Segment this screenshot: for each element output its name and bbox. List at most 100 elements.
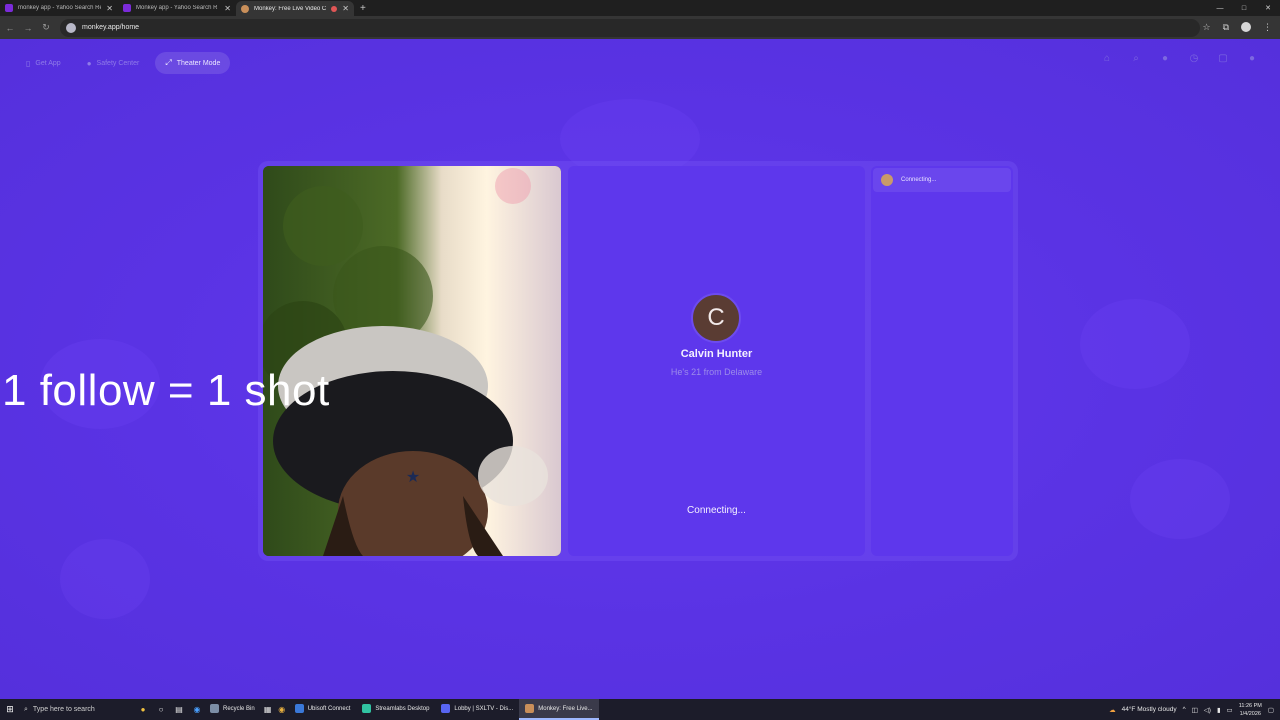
theater-mode-label: Theater Mode <box>176 59 221 67</box>
url-text: monkey.app/home <box>82 24 140 31</box>
yahoo-favicon-icon <box>123 4 131 12</box>
monkey-chrome-icon <box>525 704 535 713</box>
webcam-image: ★ <box>263 166 561 556</box>
widget-icon[interactable]: ● <box>136 703 150 717</box>
taskbar-app-label: Recycle Bin <box>223 705 255 712</box>
recycle-bin-icon <box>210 704 219 713</box>
new-tab-button[interactable]: + <box>360 3 366 14</box>
partner-info: He's 21 from Delaware <box>670 367 763 377</box>
search-icon: ⌕ <box>24 705 28 713</box>
partner-name: Calvin Hunter <box>680 348 753 360</box>
url-input[interactable]: monkey.app/home <box>60 18 1200 37</box>
partner-avatar: C <box>691 293 741 343</box>
back-icon[interactable]: ← <box>2 20 18 36</box>
window-controls: — □ ✕ <box>1208 0 1280 16</box>
mic-icon[interactable]: ▮ <box>1217 706 1221 714</box>
windows-start-icon[interactable]: ⊞ <box>0 699 20 720</box>
browser-tab[interactable]: monkey app - Yahoo Search Re ✕ <box>0 0 118 16</box>
partner-panel: C Calvin Hunter He's 21 from Delaware Co… <box>568 166 865 556</box>
close-icon[interactable]: ✕ <box>106 4 113 13</box>
chat-side-panel: Connecting... <box>871 166 1013 556</box>
get-app-label: Get App <box>35 59 61 67</box>
background-doodle <box>60 539 150 619</box>
cortana-icon[interactable]: ○ <box>154 703 168 717</box>
tab-title: Monkey: Free Live Video Ch <box>254 5 327 12</box>
profile-menu-icon[interactable]: ● <box>1246 53 1258 64</box>
recording-indicator-icon <box>331 5 338 12</box>
taskbar-app-discord[interactable]: Lobby | SXLTV - Dis... <box>435 699 519 720</box>
clock-time: 11:26 PM <box>1238 702 1262 709</box>
search-icon[interactable]: ⌕ <box>1130 53 1142 64</box>
profile-icon[interactable] <box>1241 22 1251 32</box>
chrome-icon[interactable]: ◉ <box>275 703 289 717</box>
top-nav: ▯ Get App ● Safety Center ⤢ Theater Mode <box>16 52 231 74</box>
coin-icon[interactable]: ● <box>1159 53 1171 64</box>
get-app-button[interactable]: ▯ Get App <box>16 52 71 74</box>
ubisoft-icon <box>294 704 304 713</box>
calendar-icon[interactable]: ▦ <box>261 703 275 717</box>
close-window-button[interactable]: ✕ <box>1256 0 1280 16</box>
taskbar-app-streamlabs[interactable]: Streamlabs Desktop <box>356 699 435 720</box>
search-placeholder: Type here to search <box>32 706 95 713</box>
browser-tab-active[interactable]: Monkey: Free Live Video Ch ✕ <box>236 1 354 16</box>
windows-taskbar: ⊞ ⌕ Type here to search ● ○ ▤ ◉ Recycle … <box>0 699 1280 720</box>
taskbar-app-label: Streamlabs Desktop <box>375 705 430 712</box>
taskbar-app-label: Ubisoft Connect <box>307 705 351 712</box>
yahoo-favicon-icon <box>5 4 13 12</box>
svg-text:★: ★ <box>406 469 420 486</box>
connecting-row: Connecting... <box>873 168 1011 192</box>
browser-tab[interactable]: Monkey app - Yahoo Search R ✕ <box>118 0 236 16</box>
safety-center-button[interactable]: ● Safety Center <box>77 52 150 74</box>
top-right-icons: ⌂ ⌕ ● ◷ ▢ ● <box>1101 53 1258 64</box>
system-tray: ☁ 44°F Mostly cloudy ^ ◫ ◁) ▮ ▭ 11:26 PM… <box>1109 699 1280 720</box>
taskbar-pinned-icons: ● ○ ▤ ◉ <box>136 703 204 717</box>
task-view-icon[interactable]: ▤ <box>172 703 186 717</box>
weather-icon: ☁ <box>1109 706 1116 714</box>
shop-icon[interactable]: ⌂ <box>1101 53 1113 64</box>
network-icon[interactable]: ◫ <box>1192 706 1198 714</box>
menu-icon[interactable]: ⋮ <box>1263 22 1272 33</box>
taskbar-app-label: Monkey: Free Live... <box>538 705 593 712</box>
taskbar-search[interactable]: ⌕ Type here to search <box>20 699 120 720</box>
taskbar-app-label: Lobby | SXLTV - Dis... <box>454 705 514 712</box>
stream-overlay-text: 1 follow = 1 shot <box>2 366 330 415</box>
tray-chevron-icon[interactable]: ^ <box>1183 706 1186 713</box>
close-icon[interactable]: ✕ <box>342 4 349 13</box>
chat-icon[interactable]: ▢ <box>1217 53 1229 64</box>
browser-tab-strip: monkey app - Yahoo Search Re ✕ Monkey ap… <box>0 0 1280 16</box>
phone-icon: ▯ <box>26 58 31 68</box>
tab-title: Monkey app - Yahoo Search R <box>136 5 218 11</box>
extensions-icon[interactable]: ⧉ <box>1223 22 1229 33</box>
reload-icon[interactable]: ↻ <box>38 20 54 36</box>
site-info-icon[interactable] <box>66 22 76 33</box>
bookmark-star-icon[interactable]: ☆ <box>1202 22 1210 33</box>
edge-icon[interactable]: ◉ <box>190 703 204 717</box>
close-icon[interactable]: ✕ <box>224 4 231 13</box>
expand-icon: ⤢ <box>165 58 172 67</box>
taskbar-app-ubisoft[interactable]: Ubisoft Connect <box>289 699 357 720</box>
discord-icon <box>441 704 451 713</box>
clock-date: 1/4/2026 <box>1239 710 1261 717</box>
background-doodle <box>1130 459 1230 539</box>
streamlabs-icon <box>362 704 372 713</box>
minimize-button[interactable]: — <box>1208 0 1232 16</box>
taskbar-app-recycle-bin[interactable]: Recycle Bin <box>204 699 261 720</box>
maximize-button[interactable]: □ <box>1232 0 1256 16</box>
side-status-text: Connecting... <box>901 177 937 183</box>
notifications-icon[interactable]: ▢ <box>1268 706 1274 714</box>
volume-icon[interactable]: ◁) <box>1204 706 1211 714</box>
clock[interactable]: 11:26 PM 1/4/2026 <box>1239 702 1262 718</box>
background-doodle <box>1080 299 1190 389</box>
taskbar-app-monkey[interactable]: Monkey: Free Live... <box>519 699 599 720</box>
weather-text[interactable]: 44°F Mostly cloudy <box>1122 706 1177 713</box>
connection-status: Connecting... <box>687 505 746 516</box>
monkey-favicon-icon <box>241 4 249 13</box>
shield-icon: ● <box>86 58 92 68</box>
safety-center-label: Safety Center <box>96 59 140 67</box>
keyboard-icon[interactable]: ▭ <box>1227 706 1233 714</box>
forward-icon[interactable]: → <box>20 20 36 36</box>
monkey-avatar-icon <box>881 174 893 186</box>
history-icon[interactable]: ◷ <box>1188 53 1200 64</box>
toolbar-right: ☆ ⧉ ⋮ <box>1202 19 1272 35</box>
theater-mode-button[interactable]: ⤢ Theater Mode <box>155 52 231 74</box>
